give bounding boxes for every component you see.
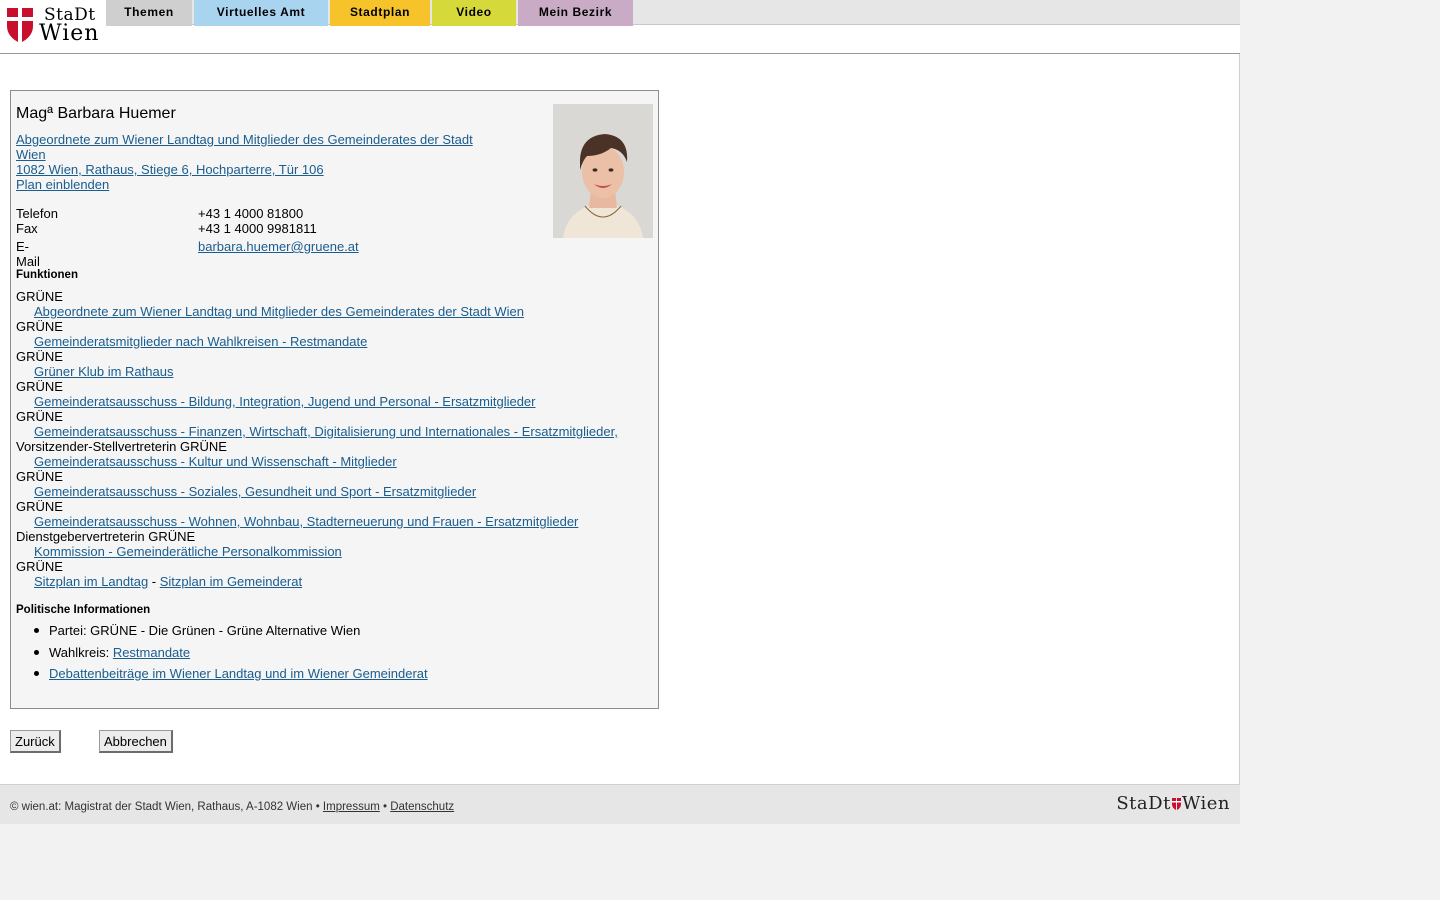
function-role: Vorsitzender-Stellvertreterin GRÜNE	[16, 439, 227, 454]
function-role: GRÜNE	[16, 289, 63, 304]
tab-themen[interactable]: Themen	[106, 0, 192, 26]
district-link[interactable]: Restmandate	[113, 645, 190, 660]
portrait-image	[553, 104, 653, 238]
function-role: GRÜNE	[16, 409, 63, 424]
function-link[interactable]: Gemeinderatsausschuss - Finanzen, Wirtsc…	[16, 424, 656, 439]
seat-plan-landtag-link[interactable]: Sitzplan im Landtag	[34, 574, 148, 589]
function-link[interactable]: Gemeinderatsausschuss - Kultur und Wisse…	[16, 454, 656, 469]
phone-label: Telefon	[16, 206, 58, 221]
function-link[interactable]: Gemeinderatsausschuss - Soziales, Gesund…	[16, 484, 656, 499]
datenschutz-link[interactable]: Datenschutz	[390, 801, 454, 813]
address-link[interactable]: 1082 Wien, Rathaus, Stiege 6, Hochparter…	[16, 162, 324, 177]
party-item: Partei: GRÜNE - Die Grünen - Grüne Alter…	[16, 623, 428, 645]
footer-separator: •	[379, 801, 391, 813]
address-block: Abgeordnete zum Wiener Landtag und Mitgl…	[16, 132, 486, 192]
email-link[interactable]: barbara.huemer@gruene.at	[198, 239, 359, 254]
email-label: E-Mail	[16, 239, 40, 269]
seat-plan-role: GRÜNE	[16, 559, 63, 574]
main-nav: Themen Virtuelles Amt Stadtplan Video Me…	[106, 0, 1240, 26]
footer-logo: StaDt Wien	[1116, 793, 1230, 814]
district-item: Wahlkreis: Restmandate	[16, 645, 428, 667]
function-role: GRÜNE	[16, 349, 63, 364]
function-link[interactable]: Gemeinderatsausschuss - Bildung, Integra…	[16, 394, 656, 409]
debates-item: Debattenbeiträge im Wiener Landtag und i…	[16, 666, 428, 688]
person-name: Magª Barbara Huemer	[16, 105, 176, 122]
footer-logo-wien: Wien	[1181, 793, 1230, 814]
person-photo	[553, 104, 653, 238]
function-role: GRÜNE	[16, 469, 63, 484]
page: StaDt Wien Themen Virtuelles Amt Stadtpl…	[0, 0, 1240, 824]
fax-value: +43 1 4000 9981811	[198, 221, 317, 236]
footer: © wien.at: Magistrat der Stadt Wien, Rat…	[0, 784, 1240, 824]
function-role: GRÜNE	[16, 499, 63, 514]
seat-plan-gemeinderat-link[interactable]: Sitzplan im Gemeinderat	[160, 574, 302, 589]
function-role: GRÜNE	[16, 319, 63, 334]
cancel-button[interactable]: Abbrechen	[99, 730, 173, 753]
back-button[interactable]: Zurück	[10, 730, 61, 753]
wien-shield-icon	[7, 8, 33, 42]
stadt-wien-logo[interactable]: StaDt Wien	[6, 5, 102, 47]
function-link[interactable]: Abgeordnete zum Wiener Landtag und Mitgl…	[16, 304, 656, 319]
tab-mein-bezirk[interactable]: Mein Bezirk	[518, 0, 633, 26]
district-label: Wahlkreis:	[49, 644, 113, 660]
tab-stadtplan[interactable]: Stadtplan	[330, 0, 430, 26]
logo-text-wien: Wien	[39, 21, 100, 46]
footer-text: © wien.at: Magistrat der Stadt Wien, Rat…	[10, 801, 454, 813]
role-link[interactable]: Abgeordnete zum Wiener Landtag und Mitgl…	[16, 132, 473, 162]
politics-list: Partei: GRÜNE - Die Grünen - Grüne Alter…	[16, 623, 428, 688]
function-role: Dienstgebervertreterin GRÜNE	[16, 529, 196, 544]
tab-virtuelles-amt[interactable]: Virtuelles Amt	[194, 0, 328, 26]
function-link[interactable]: Gemeinderatsmitglieder nach Wahlkreisen …	[16, 334, 656, 349]
fax-label: Fax	[16, 221, 38, 236]
seat-plan-links: Sitzplan im Landtag - Sitzplan im Gemein…	[16, 574, 656, 589]
footer-shield-icon	[1171, 798, 1181, 810]
impressum-link[interactable]: Impressum	[323, 801, 380, 813]
header: StaDt Wien Themen Virtuelles Amt Stadtpl…	[0, 0, 1240, 54]
footer-copyright: © wien.at: Magistrat der Stadt Wien, Rat…	[10, 801, 323, 813]
debates-link[interactable]: Debattenbeiträge im Wiener Landtag und i…	[49, 666, 428, 681]
function-link[interactable]: Kommission - Gemeinderätliche Personalko…	[16, 544, 656, 559]
footer-logo-stadt: StaDt	[1116, 793, 1171, 814]
function-role: GRÜNE	[16, 379, 63, 394]
show-map-link[interactable]: Plan einblenden	[16, 177, 109, 192]
phone-value: +43 1 4000 81800	[198, 206, 304, 221]
functions-list: GRÜNE Abgeordnete zum Wiener Landtag und…	[16, 289, 656, 589]
functions-heading: Funktionen	[16, 269, 78, 281]
function-link[interactable]: Gemeinderatsausschuss - Wohnen, Wohnbau,…	[16, 514, 656, 529]
politics-heading: Politische Informationen	[16, 604, 151, 616]
seat-plan-separator: -	[148, 574, 160, 589]
person-card: Magª Barbara Huemer Abgeordnete zum Wien…	[10, 90, 659, 709]
function-link[interactable]: Grüner Klub im Rathaus	[16, 364, 656, 379]
tab-video[interactable]: Video	[432, 0, 516, 26]
